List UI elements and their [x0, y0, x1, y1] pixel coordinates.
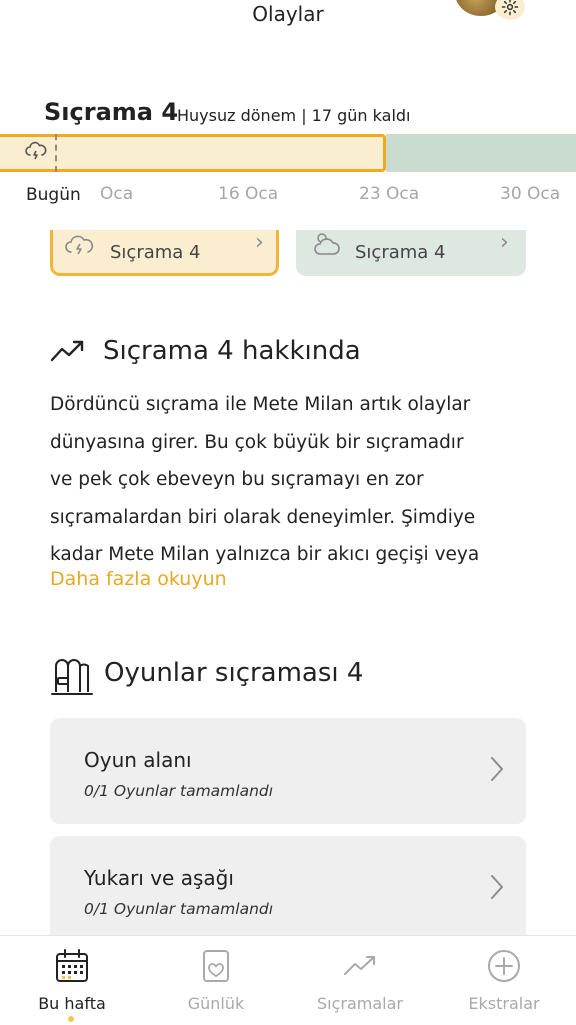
leap-card-next[interactable]: Sıçrama 4 ›	[296, 230, 526, 276]
nav-diary[interactable]: Günlük	[144, 936, 288, 1025]
calendar-icon	[56, 949, 88, 982]
leap-card-label: Sıçrama 4	[355, 242, 446, 263]
nav-label: Bu hafta	[38, 994, 106, 1013]
nav-label: Günlük	[187, 994, 245, 1013]
timeline-today-marker	[55, 134, 57, 172]
timeline-date: Oca	[100, 184, 134, 204]
game-name: Yukarı ve aşağı	[84, 866, 234, 890]
timeline-date: 16 Oca	[218, 184, 279, 204]
active-indicator	[68, 1016, 74, 1022]
playground-icon	[50, 652, 94, 700]
leap-card-label: Sıçrama 4	[110, 242, 201, 263]
leap-card-current[interactable]: Sıçrama 4 ›	[50, 230, 279, 276]
nav-leaps[interactable]: Sıçramalar	[288, 936, 432, 1025]
nav-this-week[interactable]: Bu hafta	[0, 936, 144, 1025]
game-progress: 0/1 Oyunlar tamamlandı	[84, 900, 274, 918]
about-text-line: Dördüncü sıçrama ile Mete Milan artık ol…	[50, 394, 471, 415]
diary-icon	[203, 950, 229, 982]
game-name: Oyun alanı	[84, 748, 192, 772]
storm-cloud-icon	[65, 235, 94, 255]
chevron-right-icon: ›	[255, 230, 264, 255]
bottom-nav: Bu hafta Günlük Sıçramalar Ekstralar	[0, 935, 576, 1025]
game-progress: 0/1 Oyunlar tamamlandı	[84, 782, 274, 800]
games-section-title: Oyunlar sıçraması 4	[104, 658, 364, 688]
game-card[interactable]: Yukarı ve aşağı 0/1 Oyunlar tamamlandı	[50, 836, 526, 942]
trend-up-icon	[50, 338, 86, 368]
nav-label: Sıçramalar	[317, 994, 403, 1013]
timeline-date: 30 Oca	[500, 184, 561, 204]
trend-icon	[344, 956, 375, 975]
chevron-right-icon	[491, 757, 503, 781]
about-text-line: ve pek çok ebeveyn bu sıçramayı en zor	[50, 469, 424, 491]
leap-subtitle: Huysuz dönem | 17 gün kaldı	[177, 106, 411, 125]
game-card[interactable]: Oyun alanı 0/1 Oyunlar tamamlandı	[50, 718, 526, 824]
plus-circle-icon	[488, 950, 520, 982]
gear-icon	[501, 0, 519, 16]
nav-label: Ekstralar	[468, 994, 540, 1013]
storm-cloud-icon	[24, 140, 48, 168]
about-text-line: sıçramalardan biri olarak deneyimler. Şi…	[50, 506, 476, 528]
chevron-right-icon: ›	[500, 230, 509, 255]
about-text: Dördüncü sıçrama ile Mete Milan artık ol…	[50, 386, 530, 574]
read-more-link[interactable]: Daha fazla okuyun	[50, 568, 227, 590]
timeline-upcoming-bar	[386, 134, 576, 172]
about-text-line: dünyasına girer. Bu çok büyük bir sıçram…	[50, 431, 464, 453]
leap-title: Sıçrama 4	[44, 98, 179, 126]
nav-extras[interactable]: Ekstralar	[432, 936, 576, 1025]
timeline-date: 23 Oca	[359, 184, 420, 204]
about-section-title: Sıçrama 4 hakkında	[103, 336, 361, 366]
chevron-right-icon	[491, 875, 503, 899]
sun-cloud-icon	[314, 233, 340, 255]
today-label: Bugün	[26, 185, 81, 205]
timeline-current-leap-bar[interactable]	[0, 134, 386, 172]
